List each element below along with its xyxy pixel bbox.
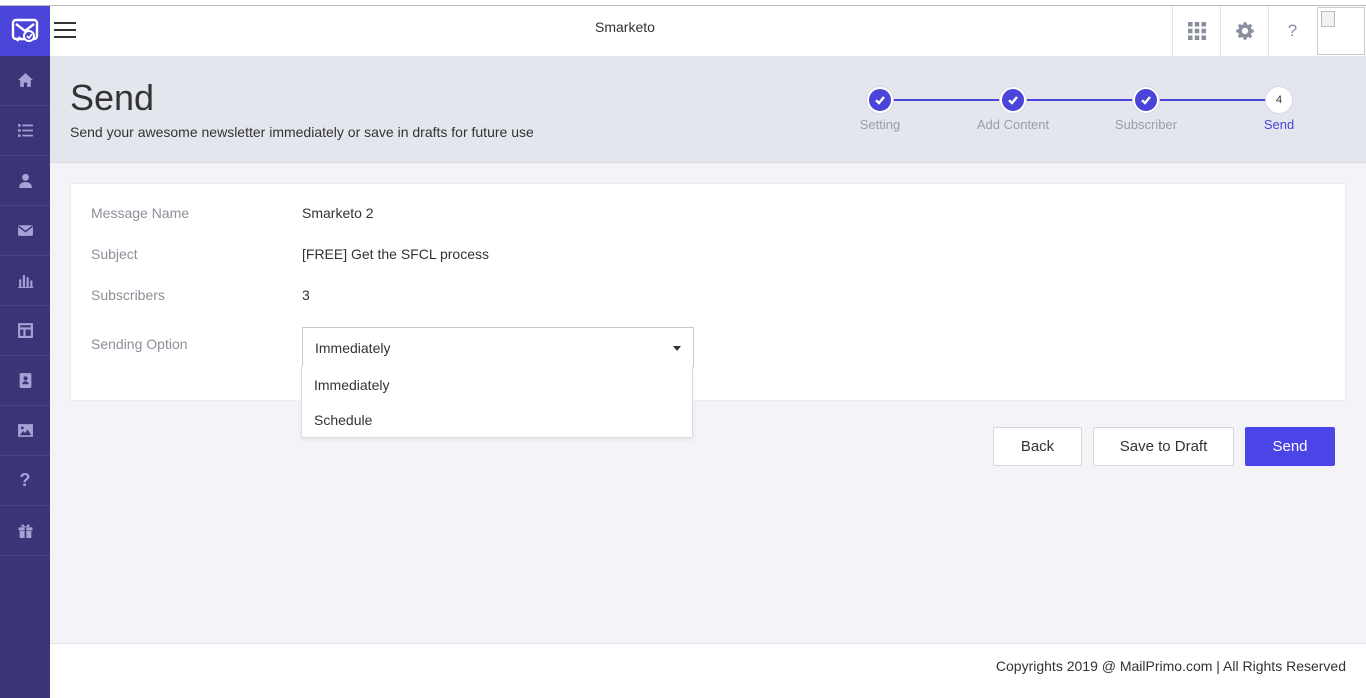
sidebar-item-rewards[interactable]: [0, 506, 50, 556]
sidebar: ?: [0, 6, 50, 698]
apps-grid-button[interactable]: [1172, 6, 1220, 56]
campaign-details-card: Message Name Smarketo 2 Subject [FREE] G…: [70, 183, 1346, 401]
step-setting-check[interactable]: [867, 87, 893, 113]
step-send-number[interactable]: 4: [1266, 87, 1292, 113]
sidebar-item-campaigns[interactable]: [0, 206, 50, 256]
app-title: Smarketo: [595, 19, 655, 35]
copyright-text: Copyrights 2019 @ MailPrimo.com | All Ri…: [995, 658, 1346, 674]
image-icon: [17, 424, 33, 437]
app-logo[interactable]: [0, 6, 50, 56]
progress-stepper: Setting Add Content Subscriber 4 Send: [50, 57, 1366, 163]
contact-book-icon: [19, 373, 31, 388]
step-subscriber-label: Subscriber: [1114, 117, 1178, 132]
sidebar-item-reports[interactable]: [0, 256, 50, 306]
sidebar-item-templates[interactable]: [0, 306, 50, 356]
check-icon: [1141, 96, 1151, 105]
step-setting-label: Setting: [859, 117, 901, 132]
step-add-content-check[interactable]: [1000, 87, 1026, 113]
broken-image-icon: [1321, 11, 1335, 27]
footer: Copyrights 2019 @ MailPrimo.com | All Ri…: [50, 643, 1366, 698]
sidebar-item-help[interactable]: ?: [0, 456, 50, 506]
subject-label: Subject: [91, 246, 138, 262]
layout-icon: [17, 323, 33, 338]
sending-option-menu: Immediately Schedule: [301, 366, 693, 438]
bar-chart-icon: [17, 275, 33, 288]
option-schedule[interactable]: Schedule: [314, 412, 372, 428]
sending-option-select[interactable]: Immediately: [302, 327, 694, 367]
check-icon: [875, 96, 885, 105]
user-icon: [18, 173, 32, 188]
message-name-value: Smarketo 2: [302, 205, 374, 221]
sending-option-selected: Immediately: [315, 340, 391, 356]
subscribers-value: 3: [302, 287, 310, 303]
sidebar-item-subscribers[interactable]: [0, 156, 50, 206]
home-icon: [17, 73, 33, 87]
top-header: Smarketo ?: [50, 6, 1366, 57]
option-immediately[interactable]: Immediately: [314, 377, 389, 393]
sidebar-item-home[interactable]: [0, 56, 50, 106]
gift-icon: [18, 524, 32, 538]
sidebar-item-lists[interactable]: [0, 106, 50, 156]
settings-button[interactable]: [1220, 6, 1268, 56]
sidebar-item-gallery[interactable]: [0, 406, 50, 456]
save-to-draft-button[interactable]: Save to Draft: [1093, 427, 1234, 466]
subject-value: [FREE] Get the SFCL process: [302, 246, 489, 262]
step-add-content-label: Add Content: [976, 117, 1050, 132]
help-button[interactable]: ?: [1268, 6, 1316, 56]
page-header: Send Send your awesome newsletter immedi…: [50, 57, 1366, 163]
logo-icon: [11, 18, 39, 42]
question-mark-icon: ?: [1287, 21, 1298, 40]
sending-option-label: Sending Option: [91, 336, 188, 352]
message-name-label: Message Name: [91, 205, 190, 221]
apps-grid-icon: [1187, 22, 1206, 40]
caret-down-icon: [673, 346, 681, 351]
user-avatar[interactable]: [1317, 7, 1365, 55]
menu-toggle-icon[interactable]: [54, 22, 76, 38]
step-subscriber-check[interactable]: [1133, 87, 1159, 113]
step-send-label: Send: [1263, 117, 1295, 132]
sidebar-item-contacts[interactable]: [0, 356, 50, 406]
check-icon: [1008, 96, 1018, 105]
help-icon: ?: [19, 470, 31, 490]
mail-icon: [17, 225, 33, 236]
subscribers-label: Subscribers: [91, 287, 165, 303]
list-icon: [17, 124, 33, 137]
stepper-track: [880, 99, 1278, 101]
gear-icon: [1235, 22, 1254, 40]
send-button[interactable]: Send: [1245, 427, 1335, 466]
back-button[interactable]: Back: [993, 427, 1082, 466]
